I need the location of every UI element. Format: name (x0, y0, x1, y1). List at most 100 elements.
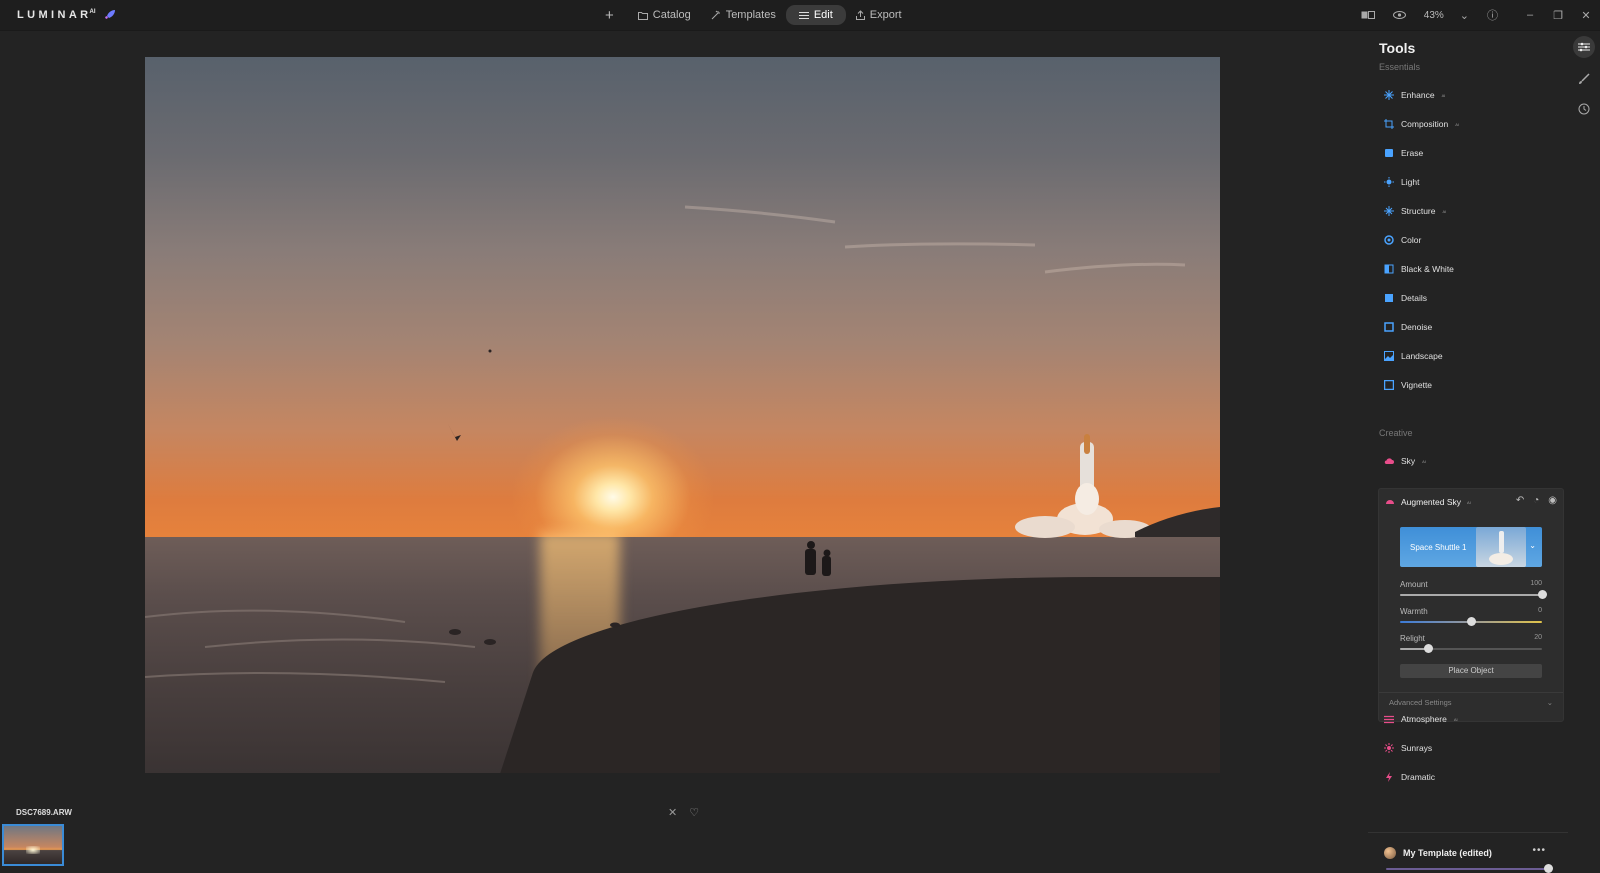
tool-sky[interactable]: Sky AI (1384, 453, 1426, 469)
compare-icon[interactable] (1361, 11, 1375, 19)
advanced-settings-toggle[interactable]: Advanced Settings ⌄ (1379, 692, 1563, 712)
nav-templates-label: Templates (725, 9, 776, 21)
sky-object-select[interactable]: Space Shuttle 1 ⌄ (1400, 527, 1542, 567)
tool-denoise[interactable]: Denoise (1384, 319, 1432, 335)
people (805, 541, 831, 576)
tool-light[interactable]: Light (1384, 174, 1419, 190)
history-icon[interactable] (1573, 98, 1595, 120)
cloud-streaks (684, 205, 1186, 274)
filmstrip-thumbnail[interactable] (2, 824, 64, 866)
landscape-icon (1384, 351, 1394, 361)
tools-panel: Tools Essentials Enhance AI Composition AI… (1368, 30, 1568, 873)
app-logo: LUMINARAI (17, 9, 96, 21)
amount-knob[interactable] (1538, 590, 1547, 599)
zoom-level[interactable]: 43% (1424, 10, 1444, 21)
tool-denoise-label: Denoise (1401, 322, 1433, 332)
tool-atmosphere[interactable]: Atmosphere AI (1384, 711, 1458, 727)
close-icon[interactable]: ✕ (1572, 9, 1600, 22)
more-options-icon[interactable]: ••• (1532, 845, 1546, 856)
template-amount-knob[interactable] (1544, 864, 1553, 873)
augmented-sky-header[interactable]: Augmented Sky AI (1385, 497, 1471, 507)
tool-sky-label: Sky (1401, 456, 1416, 466)
tool-erase-label: Erase (1401, 148, 1424, 158)
space-shuttle (1015, 434, 1151, 538)
tool-dramatic[interactable]: Dramatic (1384, 769, 1435, 785)
tool-landscape[interactable]: Landscape (1384, 348, 1443, 364)
tool-erase[interactable]: Erase (1384, 145, 1423, 161)
favorite-icon[interactable]: ♡ (689, 806, 699, 819)
minimize-icon[interactable]: – (1516, 9, 1544, 21)
waves (145, 609, 476, 683)
top-bar: LUMINARAI + Catalog Templates Edit Expor… (0, 0, 1600, 31)
info-icon[interactable]: ⓘ (1487, 7, 1498, 23)
tool-details[interactable]: Details (1384, 290, 1427, 306)
mask-icon[interactable]: ◔ (1533, 495, 1539, 506)
tool-structure[interactable]: Structure AI (1384, 203, 1446, 219)
folder-icon (637, 11, 648, 20)
nav-templates[interactable]: Templates (701, 5, 786, 25)
nav-export[interactable]: Export (846, 5, 912, 25)
template-selector[interactable]: My Template (edited) (1384, 847, 1492, 859)
brush-icon[interactable] (1573, 68, 1595, 90)
relight-value: 20 (1534, 634, 1542, 641)
right-rail (1568, 30, 1600, 870)
reject-icon[interactable]: ✕ (668, 806, 677, 819)
add-photos-button[interactable]: + (605, 7, 614, 24)
warmth-label: Warmth (1400, 607, 1428, 616)
relight-slider[interactable]: Relight 20 (1400, 634, 1542, 656)
tools-tab-icon[interactable] (1573, 36, 1595, 58)
relight-knob[interactable] (1424, 644, 1433, 653)
sun-icon (1384, 177, 1394, 187)
amount-value: 100 (1530, 580, 1542, 587)
bw-icon (1384, 264, 1394, 274)
visibility-toggle-icon[interactable]: ◉ (1548, 495, 1557, 506)
sliders-icon (798, 11, 809, 19)
nav-edit[interactable]: Edit (785, 5, 846, 25)
photo-canvas[interactable] (145, 57, 1220, 773)
amount-slider[interactable]: Amount 100 (1400, 580, 1547, 602)
amount-label: Amount (1400, 580, 1428, 589)
augmented-sky-label: Augmented Sky (1401, 497, 1462, 507)
tool-vignette-label: Vignette (1401, 380, 1433, 390)
tool-landscape-label: Landscape (1401, 351, 1443, 361)
nav-export-label: Export (869, 9, 902, 21)
place-object-button[interactable]: Place Object (1400, 664, 1542, 678)
eye-icon[interactable] (1392, 11, 1406, 19)
chevron-down-icon: ⌄ (1546, 698, 1553, 707)
lightning-icon (1384, 772, 1394, 782)
augmented-sky-icon (1385, 497, 1395, 507)
panel-title: Tools (1379, 40, 1416, 56)
tool-structure-label: Structure (1401, 206, 1436, 216)
shuttle-preview (1476, 527, 1526, 567)
tool-sunrays-label: Sunrays (1401, 743, 1433, 753)
filmstrip-filename: DSC7689.ARW (16, 808, 72, 817)
template-bar: My Template (edited) ••• (1368, 832, 1568, 873)
structure-icon (1384, 206, 1394, 216)
tool-light-label: Light (1401, 177, 1420, 187)
undo-icon[interactable]: ↶ (1516, 495, 1524, 506)
tool-black-white[interactable]: Black & White (1384, 261, 1454, 277)
magic-icon (711, 10, 720, 20)
tool-composition[interactable]: Composition AI (1384, 116, 1459, 132)
warmth-value: 0 (1538, 607, 1542, 614)
sky-object-value: Space Shuttle 1 (1410, 542, 1467, 552)
zoom-chevron-icon[interactable]: ⌄ (1460, 9, 1469, 22)
amount-fill (1400, 594, 1542, 596)
restore-icon[interactable]: ❐ (1544, 9, 1572, 22)
tool-vignette[interactable]: Vignette (1384, 377, 1432, 393)
relight-label: Relight (1400, 634, 1425, 643)
denoise-icon (1384, 322, 1394, 332)
tool-color[interactable]: Color (1384, 232, 1421, 248)
advanced-settings-label: Advanced Settings (1389, 698, 1452, 707)
nav-catalog[interactable]: Catalog (628, 5, 701, 25)
tool-enhance[interactable]: Enhance AI (1384, 87, 1445, 103)
tool-black-white-label: Black & White (1401, 264, 1454, 274)
warmth-slider[interactable]: Warmth 0 (1400, 607, 1542, 629)
tool-enhance-label: Enhance (1401, 90, 1435, 100)
tool-details-label: Details (1401, 293, 1427, 303)
tool-sunrays[interactable]: Sunrays (1384, 740, 1432, 756)
rocket-icon[interactable] (103, 8, 117, 22)
atmosphere-icon (1384, 714, 1394, 724)
nav-edit-label: Edit (813, 9, 833, 21)
warmth-knob[interactable] (1467, 617, 1476, 626)
